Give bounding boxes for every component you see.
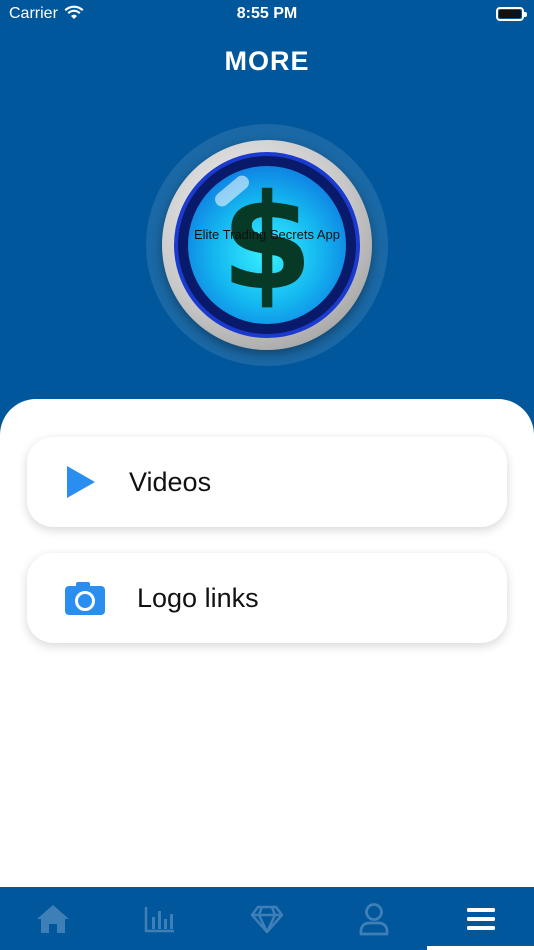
battery-icon xyxy=(496,7,527,21)
status-bar: Carrier 8:55 PM xyxy=(0,0,534,30)
tab-premium[interactable] xyxy=(214,887,321,950)
home-icon xyxy=(37,904,70,933)
page-title: MORE xyxy=(224,46,310,76)
tab-more[interactable] xyxy=(427,887,534,950)
play-icon xyxy=(67,466,95,498)
logo-text: Elite Trading Secrets App xyxy=(194,227,340,242)
tab-bar xyxy=(0,887,534,950)
app-logo: $ Elite Trading Secrets App xyxy=(146,124,388,366)
tab-stats[interactable] xyxy=(107,887,214,950)
videos-button[interactable]: Videos xyxy=(27,437,507,527)
diamond-icon xyxy=(250,905,284,933)
clock: 8:55 PM xyxy=(236,5,298,22)
menu-icon xyxy=(466,907,495,930)
camera-icon xyxy=(65,580,105,616)
menu-sheet: Videos Logo links xyxy=(0,399,534,887)
logo-links-label: Logo links xyxy=(137,583,259,613)
tab-profile[interactable] xyxy=(320,887,427,950)
logo-links-button[interactable]: Logo links xyxy=(27,553,507,643)
user-icon xyxy=(359,902,389,935)
videos-label: Videos xyxy=(129,467,212,497)
active-tab-indicator xyxy=(427,946,534,950)
bar-chart-icon xyxy=(144,906,175,932)
tab-home[interactable] xyxy=(0,887,107,950)
